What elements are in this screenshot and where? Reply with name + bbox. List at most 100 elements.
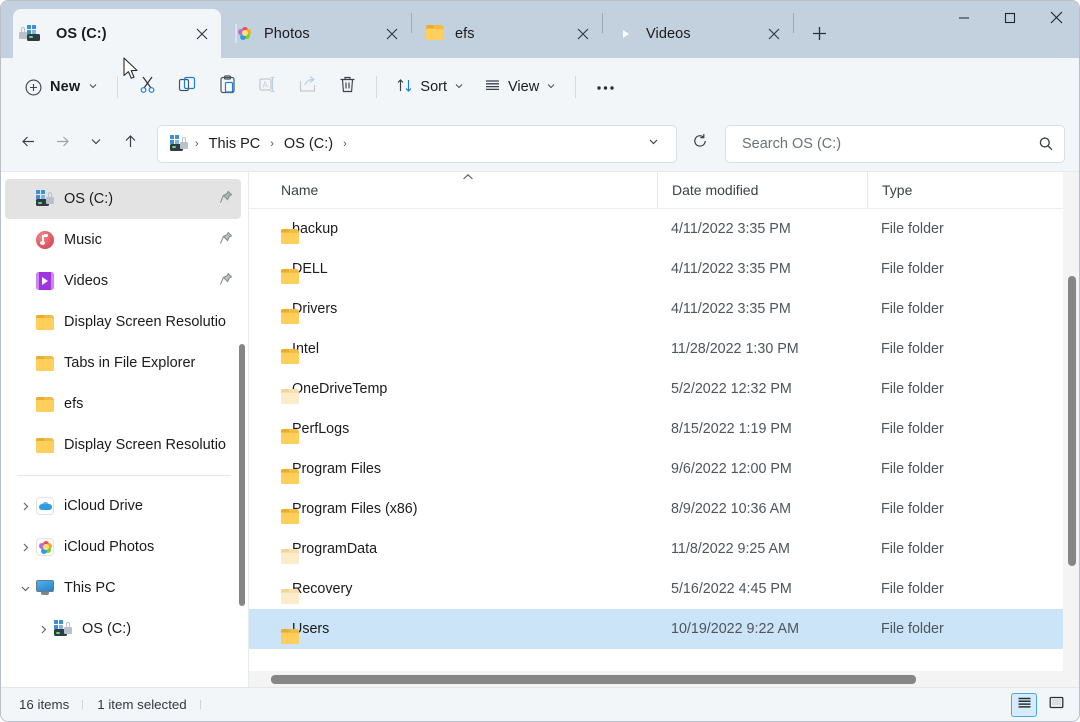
table-row[interactable]: Intel 11/28/2022 1:30 PM File folder (249, 329, 1079, 369)
chevron-right-icon[interactable] (15, 542, 35, 553)
file-name: Recovery (292, 581, 353, 597)
table-row[interactable]: OneDriveTemp 5/2/2022 12:32 PM File fold… (249, 369, 1079, 409)
cut-button[interactable] (127, 69, 167, 105)
breadcrumb-bar[interactable]: › This PC › OS (C:) › (157, 124, 677, 163)
more-options-button[interactable] (585, 69, 625, 105)
column-header-date-modified[interactable]: Date modified (657, 172, 867, 208)
sidebar-item-display-screen-resolution-1[interactable]: Display Screen Resolutio (5, 302, 241, 342)
type-cell: File folder (881, 461, 944, 477)
table-row[interactable]: ProgramData 11/8/2022 9:25 AM File folde… (249, 529, 1079, 569)
close-icon[interactable] (761, 21, 787, 47)
sidebar-item-label: Tabs in File Explorer (64, 355, 196, 371)
table-row[interactable]: DELL 4/11/2022 3:35 PM File folder (249, 249, 1079, 289)
type-cell: File folder (881, 501, 944, 517)
view-button[interactable]: View (474, 70, 566, 104)
pin-icon[interactable] (219, 190, 233, 209)
sidebar-item-label: Display Screen Resolutio (64, 437, 226, 453)
copy-button[interactable] (167, 69, 207, 105)
paste-button[interactable] (207, 69, 247, 105)
sidebar-item-music[interactable]: Music (5, 220, 241, 260)
sidebar-item-icloud-photos[interactable]: iCloud Photos (5, 527, 241, 567)
column-header-label: Name (281, 182, 319, 198)
copy-icon (178, 75, 197, 99)
table-row[interactable]: Program Files 9/6/2022 12:00 PM File fol… (249, 449, 1079, 489)
rename-button[interactable]: A (247, 69, 287, 105)
delete-button[interactable] (327, 69, 367, 105)
share-button[interactable] (287, 69, 327, 105)
view-toggle-group (1011, 692, 1069, 717)
chevron-right-icon[interactable] (15, 501, 35, 512)
horizontal-scrollbar-thumb[interactable] (271, 675, 916, 684)
view-label: View (508, 79, 540, 95)
folder-icon (35, 396, 55, 412)
table-row[interactable]: backup 4/11/2022 3:35 PM File folder (249, 209, 1079, 249)
sidebar-item-efs[interactable]: efs (5, 384, 241, 424)
vertical-scrollbar[interactable] (1063, 172, 1079, 671)
column-header-type[interactable]: Type (867, 172, 1047, 208)
search-input[interactable] (740, 134, 1038, 153)
chevron-down-icon[interactable] (15, 583, 35, 594)
new-tab-button[interactable] (804, 18, 834, 48)
type-cell: File folder (881, 221, 944, 237)
tab-videos[interactable]: Videos (603, 10, 793, 58)
sidebar-item-label: Music (64, 232, 102, 248)
sort-button[interactable]: Sort (386, 70, 474, 104)
maximize-button[interactable] (987, 1, 1033, 34)
sidebar-item-os-c[interactable]: OS (C:) (5, 179, 241, 219)
tab-label: Photos (264, 26, 310, 42)
folder-icon (35, 437, 55, 453)
type-cell: File folder (881, 541, 944, 557)
breadcrumb-this-pc[interactable]: This PC (204, 133, 266, 155)
pin-icon[interactable] (219, 231, 233, 250)
table-row[interactable]: PerfLogs 8/15/2022 1:19 PM File folder (249, 409, 1079, 449)
new-button-label: New (50, 79, 81, 95)
column-header-label: Type (882, 182, 913, 198)
type-cell: File folder (881, 261, 944, 277)
table-row[interactable]: Recovery 5/16/2022 4:45 PM File folder (249, 569, 1079, 609)
close-icon[interactable] (379, 21, 405, 47)
file-name-cell: Intel (267, 329, 657, 369)
tab-photos[interactable]: Photos (221, 10, 411, 58)
sort-ascending-indicator (461, 173, 475, 184)
vertical-scrollbar-thumb[interactable] (1068, 276, 1076, 566)
tab-os-c[interactable]: OS (C:) (13, 9, 221, 58)
recent-locations-button[interactable] (79, 127, 113, 161)
chevron-right-icon[interactable] (33, 624, 53, 635)
file-name-cell: Program Files (267, 449, 657, 489)
sidebar-item-videos[interactable]: Videos (5, 261, 241, 301)
sidebar-scrollbar-thumb[interactable] (239, 344, 245, 606)
tab-efs[interactable]: efs (412, 10, 602, 58)
up-button[interactable] (113, 127, 147, 161)
back-button[interactable] (11, 127, 45, 161)
horizontal-scrollbar[interactable] (249, 671, 1063, 687)
breadcrumb-os-c[interactable]: OS (C:) (279, 133, 338, 155)
forward-button[interactable] (45, 127, 79, 161)
table-row[interactable]: Drivers 4/11/2022 3:35 PM File folder (249, 289, 1079, 329)
sidebar-item-label: This PC (64, 580, 116, 596)
table-row[interactable]: Users 10/19/2022 9:22 AM File folder (249, 609, 1079, 649)
large-icons-view-button[interactable] (1043, 693, 1069, 717)
selection-count-label: 1 item selected (97, 697, 202, 712)
address-dropdown-button[interactable] (636, 127, 670, 161)
navigation-pane: OS (C:) Music Videos Display Screen Reso… (1, 172, 249, 687)
sidebar-item-tabs-in-file-explorer[interactable]: Tabs in File Explorer (5, 343, 241, 383)
pin-icon[interactable] (219, 272, 233, 291)
minimize-button[interactable] (941, 1, 987, 34)
search-box[interactable] (725, 124, 1065, 163)
close-icon[interactable] (570, 21, 596, 47)
search-icon[interactable] (1038, 136, 1054, 152)
details-view-button[interactable] (1011, 692, 1037, 717)
sidebar-item-icloud-drive[interactable]: iCloud Drive (5, 486, 241, 526)
table-row[interactable]: Program Files (x86) 8/9/2022 10:36 AM Fi… (249, 489, 1079, 529)
close-icon[interactable] (189, 21, 215, 47)
sidebar-item-this-pc-os-c[interactable]: OS (C:) (5, 609, 241, 649)
column-header-label: Date modified (672, 182, 759, 198)
chevron-down-icon (647, 135, 660, 153)
close-button[interactable] (1033, 1, 1079, 34)
sidebar-item-this-pc[interactable]: This PC (5, 568, 241, 608)
sidebar-item-display-screen-resolution-2[interactable]: Display Screen Resolutio (5, 425, 241, 465)
refresh-button[interactable] (683, 127, 717, 161)
tab-strip: OS (C:) Photos efs Videos (1, 1, 941, 58)
date-modified-cell: 4/11/2022 3:35 PM (671, 261, 791, 277)
new-button[interactable]: New (15, 70, 108, 104)
